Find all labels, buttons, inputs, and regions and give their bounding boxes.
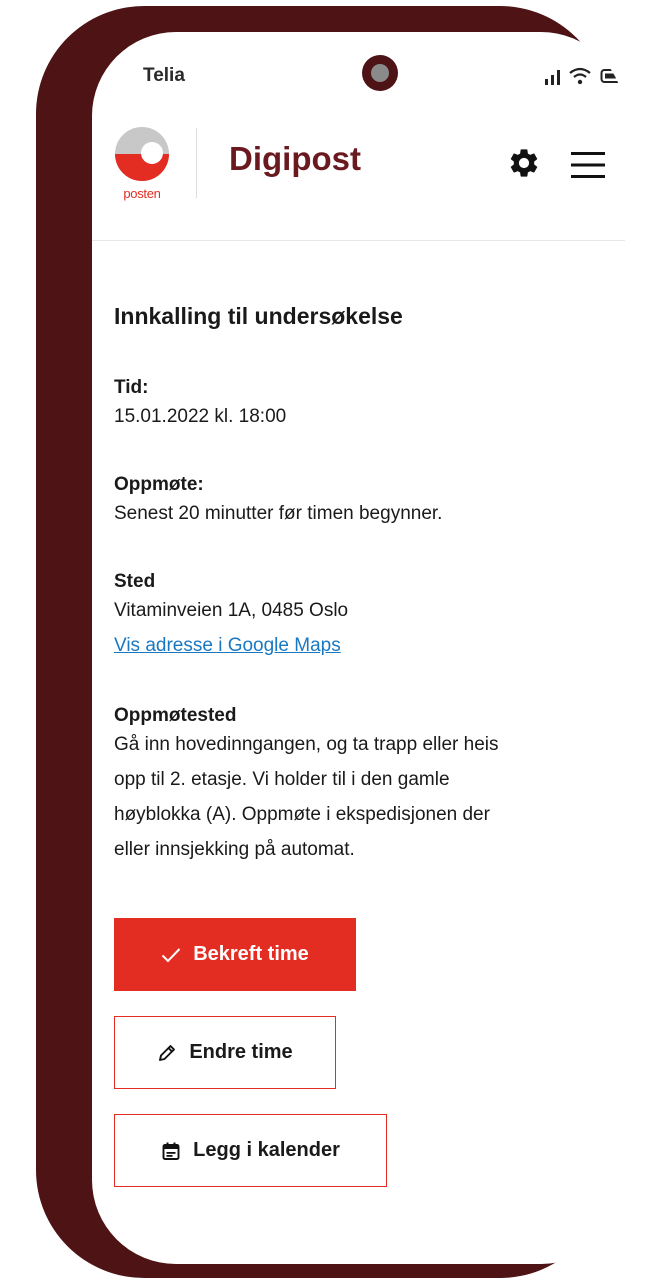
time-section: Tid: 15.01.2022 kl. 18:00 (114, 377, 614, 434)
posten-logo[interactable]: posten (114, 126, 170, 206)
add-to-calendar-label: Legg i kalender (193, 1139, 340, 1161)
carrier-name: Telia (143, 65, 185, 86)
settings-button[interactable] (507, 146, 541, 180)
battery-icon (600, 69, 623, 83)
camera-lens (371, 64, 389, 82)
confirm-appointment-label: Bekreft time (193, 943, 309, 965)
posten-logo-icon (115, 127, 169, 181)
signal-icon (545, 70, 560, 85)
meeting-point-section: Oppmøtested Gå inn hovedinngangen, og ta… (114, 705, 614, 867)
gear-icon (510, 149, 538, 177)
logo-text: posten (123, 186, 161, 201)
status-bar: Telia (92, 32, 625, 112)
app-header: posten Digipost (92, 112, 625, 241)
google-maps-link[interactable]: Vis adresse i Google Maps (114, 628, 614, 664)
phone-screen: Telia posten Digipost Innkalling til und… (92, 32, 625, 1264)
app-title: Digipost (229, 140, 361, 177)
meeting-point-line: høyblokka (A). Oppmøte i ekspedisjonen d… (114, 804, 490, 825)
front-camera (362, 55, 398, 91)
add-to-calendar-button[interactable]: Legg i kalender (114, 1114, 387, 1187)
hamburger-menu-icon (571, 152, 605, 178)
attendance-section: Oppmøte: Senest 20 minutter før timen be… (114, 474, 614, 531)
calendar-icon (161, 1141, 181, 1161)
document-title: Innkalling til undersøkelse (114, 303, 403, 329)
meeting-point-line: opp til 2. etasje. Vi holder til i den g… (114, 769, 450, 790)
checkmark-icon (161, 947, 181, 963)
attendance-label: Oppmøte: (114, 474, 204, 495)
attendance-value: Senest 20 minutter før timen begynner. (114, 503, 443, 524)
meeting-point-label: Oppmøtested (114, 705, 237, 726)
meeting-point-line: eller innsjekking på automat. (114, 839, 355, 860)
header-divider (196, 128, 197, 198)
place-address: Vitaminveien 1A, 0485 Oslo (114, 600, 349, 621)
time-value: 15.01.2022 kl. 18:00 (114, 406, 287, 427)
place-label: Sted (114, 571, 156, 592)
menu-button[interactable] (570, 150, 606, 180)
time-label: Tid: (114, 377, 149, 398)
edit-appointment-label: Endre time (189, 1041, 293, 1063)
wifi-icon (569, 67, 591, 85)
confirm-appointment-button[interactable]: Bekreft time (114, 918, 356, 991)
place-section: Sted Vitaminveien 1A, 0485 Oslo Vis adre… (114, 571, 614, 664)
pencil-icon (157, 1043, 177, 1063)
phone-frame: Telia posten Digipost Innkalling til und… (36, 6, 625, 1278)
meeting-point-line: Gå inn hovedinngangen, og ta trapp eller… (114, 734, 499, 755)
edit-appointment-button[interactable]: Endre time (114, 1016, 336, 1089)
